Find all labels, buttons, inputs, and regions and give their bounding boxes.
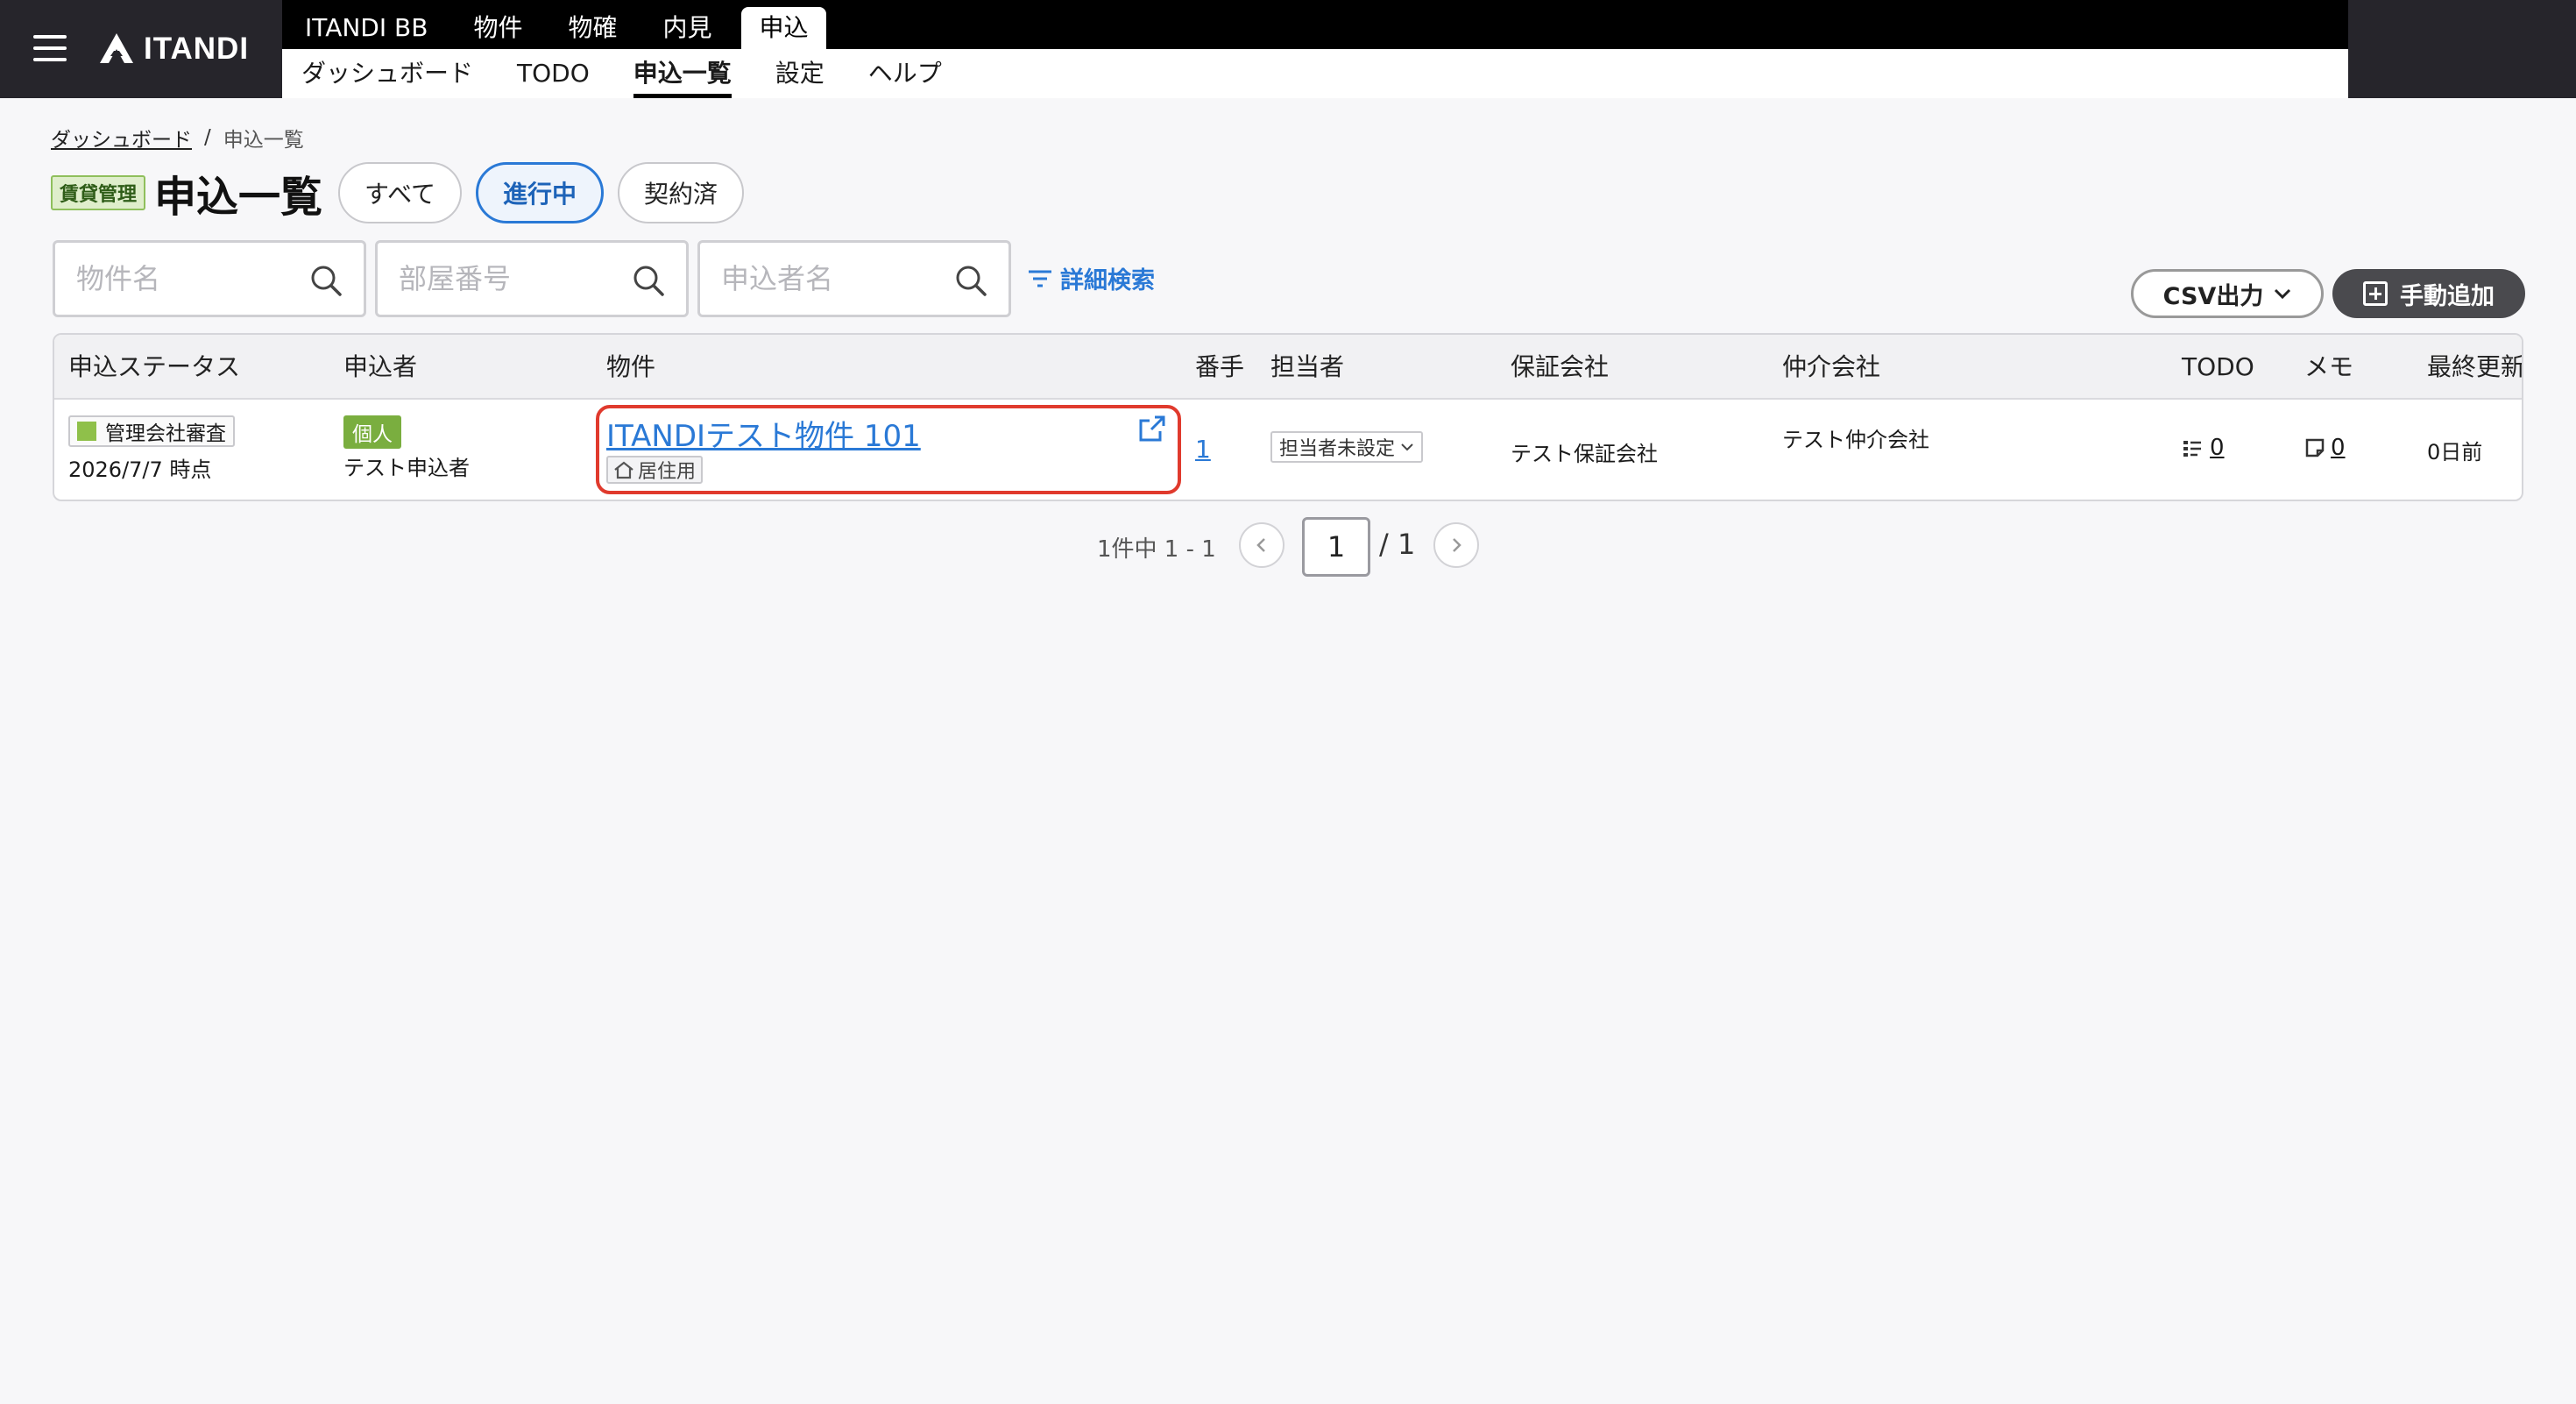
manual-add-label: 手動追加 — [2400, 282, 2495, 310]
status-date: 2026/7/7 時点 — [68, 457, 212, 482]
rank-link[interactable]: 1 — [1195, 435, 1211, 464]
last-updated: 0日前 — [2427, 440, 2483, 464]
title-row: 賃貸管理 申込一覧 すべて 進行中 契約済 — [51, 161, 758, 224]
breadcrumb: ダッシュボード / 申込一覧 — [51, 123, 304, 152]
prev-page-button[interactable] — [1239, 522, 1284, 568]
csv-export-button[interactable]: CSV出力 — [2131, 269, 2324, 318]
col-header-guarantor: 保証会社 — [1511, 352, 1610, 381]
checklist-icon — [2183, 441, 2201, 457]
applicant-name: テスト申込者 — [343, 456, 470, 480]
total-pages: / 1 — [1379, 528, 1416, 561]
filter-icon — [1029, 270, 1051, 287]
search-icon[interactable] — [632, 264, 665, 297]
subtab-help[interactable]: ヘルプ — [868, 49, 942, 98]
tab-bukkaku[interactable]: 物確 — [545, 7, 640, 49]
col-header-property: 物件 — [606, 352, 656, 381]
plus-square-icon — [2363, 281, 2388, 306]
table-row[interactable]: 管理会社審査 2026/7/7 時点 個人 テスト申込者 ITANDIテスト物件… — [54, 401, 2522, 500]
logo-text: ITANDI — [144, 32, 250, 66]
subtab-dashboard[interactable]: ダッシュボード — [301, 49, 473, 98]
assignee-select[interactable]: 担当者未設定 — [1270, 431, 1424, 463]
broker-name: テスト仲介会社 — [1782, 428, 1929, 452]
advanced-search-label: 詳細検索 — [1060, 267, 1155, 294]
status-color-square-icon — [77, 422, 96, 441]
chevron-down-icon — [2275, 288, 2291, 299]
status-badge: 管理会社審査 — [68, 415, 235, 447]
breadcrumb-current: 申込一覧 — [223, 129, 304, 152]
filter-all-button[interactable]: すべて — [338, 162, 462, 223]
subtab-todo[interactable]: TODO — [517, 49, 590, 98]
itandi-logo-icon — [100, 33, 133, 63]
property-search-input[interactable] — [76, 262, 295, 295]
manual-add-button[interactable]: 手動追加 — [2332, 269, 2525, 318]
logo[interactable]: ITANDI — [98, 28, 249, 70]
todo-count: 0 — [2210, 435, 2225, 461]
filter-in-progress-button[interactable]: 進行中 — [475, 162, 604, 223]
next-page-button[interactable] — [1433, 522, 1479, 568]
col-header-status: 申込ステータス — [68, 352, 241, 381]
csv-export-label: CSV出力 — [2162, 282, 2264, 310]
property-search-field[interactable] — [53, 240, 366, 317]
col-header-updated: 最終更新 — [2427, 352, 2523, 381]
main-nav: ITANDI BB 物件 物確 内見 申込 ダッシュボード TODO 申込一覧 … — [282, 0, 2348, 98]
subtab-settings[interactable]: 設定 — [775, 49, 824, 98]
search-icon[interactable] — [309, 264, 343, 297]
chevron-down-icon — [1401, 443, 1413, 451]
sub-nav: ダッシュボード TODO 申込一覧 設定 ヘルプ — [282, 49, 2348, 98]
search-icon[interactable] — [954, 264, 987, 297]
product-tabs: ITANDI BB 物件 物確 内見 申込 — [282, 0, 826, 49]
memo-count: 0 — [2331, 435, 2346, 461]
external-link-icon[interactable] — [1137, 414, 1167, 443]
rental-management-badge: 賃貸管理 — [51, 175, 146, 210]
chevron-left-icon — [1256, 538, 1265, 552]
property-link[interactable]: ITANDIテスト物件 101 — [606, 412, 921, 455]
house-icon — [614, 461, 633, 479]
tab-itandi-bb[interactable]: ITANDI BB — [282, 7, 450, 49]
col-header-rank: 番手 — [1195, 352, 1245, 381]
applicant-type-badge: 個人 — [343, 415, 401, 449]
advanced-search-button[interactable]: 詳細検索 — [1027, 261, 1155, 295]
col-header-assignee: 担当者 — [1270, 352, 1345, 381]
memo-icon — [2305, 438, 2325, 457]
property-usage-label: 居住用 — [638, 461, 697, 483]
chevron-right-icon — [1453, 538, 1461, 552]
applicant-search-input[interactable] — [721, 262, 940, 295]
app-header: ITANDI ITANDI BB 物件 物確 内見 申込 ダッシュボード TOD… — [0, 0, 2576, 98]
tab-bukken[interactable]: 物件 — [450, 7, 545, 49]
col-header-memo: メモ — [2304, 352, 2354, 381]
tab-moushikomi[interactable]: 申込 — [741, 7, 826, 49]
property-usage-tag: 居住用 — [606, 456, 704, 484]
todo-count-link[interactable]: 0 — [2182, 435, 2225, 461]
page-number-input[interactable] — [1302, 517, 1370, 577]
assignee-value: 担当者未設定 — [1279, 438, 1396, 460]
breadcrumb-dashboard-link[interactable]: ダッシュボード — [51, 123, 192, 152]
room-search-input[interactable] — [399, 262, 618, 295]
page-title: 申込一覧 — [154, 173, 323, 222]
guarantor-name: テスト保証会社 — [1511, 442, 1658, 466]
room-search-field[interactable] — [375, 240, 689, 317]
pagination-info: 1件中 1 - 1 — [1097, 536, 1216, 563]
subtab-application-list[interactable]: 申込一覧 — [633, 49, 732, 98]
applications-table: 申込ステータス 申込者 物件 番手 担当者 保証会社 仲介会社 TODO メモ … — [53, 333, 2523, 501]
col-header-todo: TODO — [2182, 352, 2254, 381]
table-header: 申込ステータス 申込者 物件 番手 担当者 保証会社 仲介会社 TODO メモ … — [54, 335, 2522, 400]
status-label: 管理会社審査 — [105, 422, 226, 445]
col-header-applicant: 申込者 — [343, 352, 418, 381]
tab-naiken[interactable]: 内見 — [640, 7, 734, 49]
col-header-broker: 仲介会社 — [1782, 352, 1881, 381]
breadcrumb-separator: / — [204, 126, 211, 149]
memo-count-link[interactable]: 0 — [2304, 435, 2346, 461]
menu-icon[interactable] — [33, 33, 67, 63]
applicant-search-field[interactable] — [697, 240, 1011, 317]
filter-contracted-button[interactable]: 契約済 — [617, 162, 744, 223]
